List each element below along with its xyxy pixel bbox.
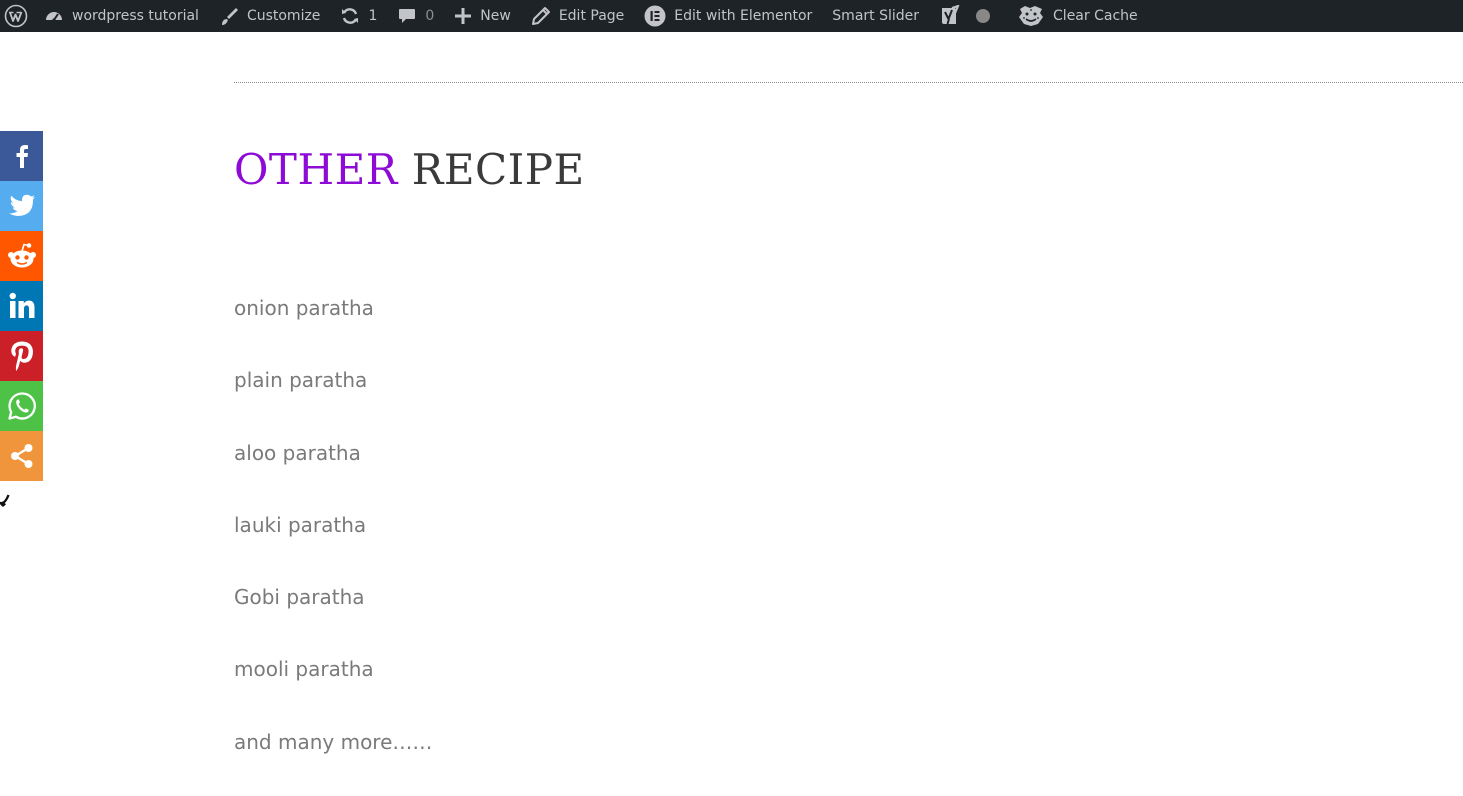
facebook-icon [16, 145, 28, 168]
wp-fastest-cache-cheetah-icon [1019, 6, 1044, 26]
pinterest-icon [10, 341, 33, 371]
recipe-item-plain-paratha: plain paratha [234, 368, 368, 393]
reddit-icon [7, 243, 36, 268]
share-more-button[interactable] [0, 431, 43, 481]
dashboard-icon [46, 12, 62, 22]
recipe-item-gobi-paratha: Gobi paratha [234, 585, 365, 610]
yoast-icon [942, 5, 960, 25]
customize-button[interactable]: Customize [209, 0, 331, 32]
customize-label: Customize [246, 8, 321, 24]
edit-page-button[interactable]: Edit Page [521, 0, 634, 32]
new-content-button[interactable]: New [444, 0, 521, 32]
section-title: OTHER RECIPE [234, 142, 585, 198]
updates-icon [342, 8, 359, 24]
comments-count: 0 [425, 8, 435, 24]
seo-status-dot-icon [976, 9, 991, 23]
comment-bubble-icon [399, 9, 416, 23]
plus-icon [455, 8, 472, 24]
wordpress-logo-icon [4, 4, 28, 28]
updates-count: 1 [368, 8, 378, 24]
updates-button[interactable]: 1 [330, 0, 387, 32]
share-reddit-button[interactable] [0, 231, 43, 281]
clear-cache-label: Clear Cache [1053, 8, 1138, 24]
recipe-item-aloo-paratha: aloo paratha [234, 440, 361, 465]
share-facebook-button[interactable] [0, 131, 43, 181]
share-pinterest-button[interactable] [0, 331, 43, 381]
elementor-icon [644, 5, 666, 27]
whatsapp-icon [7, 392, 36, 420]
recipe-item-and-many-more: and many more…… [234, 729, 433, 754]
social-share-bar [0, 131, 43, 481]
section-title-accent: OTHER [234, 145, 398, 194]
section-divider [234, 82, 1463, 83]
edit-with-elementor-button[interactable]: Edit with Elementor [634, 0, 822, 32]
smart-slider-label: Smart Slider [832, 8, 920, 24]
smart-slider-button[interactable]: Smart Slider [822, 0, 929, 32]
share-icon [10, 444, 32, 468]
yoast-seo-button[interactable] [929, 0, 1001, 32]
site-name-label: wordpress tutorial [72, 8, 199, 24]
recipe-item-lauki-paratha: lauki paratha [234, 512, 367, 537]
share-whatsapp-button[interactable] [0, 381, 43, 431]
edit-page-label: Edit Page [558, 8, 625, 24]
wordpress-logo-button[interactable] [0, 0, 34, 32]
section-title-rest: RECIPE [411, 145, 585, 194]
edit-elementor-label: Edit with Elementor [674, 8, 813, 24]
paintbrush-icon [221, 8, 238, 25]
collapse-arrow-icon [0, 494, 10, 507]
recipe-item-mooli-paratha: mooli paratha [234, 657, 374, 682]
pencil-icon [531, 7, 550, 25]
share-bar-toggle[interactable] [0, 492, 12, 508]
comments-button[interactable]: 0 [387, 0, 444, 32]
share-linkedin-button[interactable] [0, 281, 43, 331]
clear-cache-button[interactable]: Clear Cache [1007, 0, 1148, 32]
linkedin-icon [9, 292, 34, 318]
site-name-menu[interactable]: wordpress tutorial [34, 0, 209, 32]
recipe-item-onion-paratha: onion paratha [234, 296, 374, 320]
twitter-icon [8, 194, 35, 216]
admin-bar: wordpress tutorial Customize 1 0 New Edi… [0, 0, 1463, 32]
new-label: New [480, 8, 511, 24]
share-twitter-button[interactable] [0, 181, 43, 231]
recipe-list: onion paratha plain paratha aloo paratha… [234, 290, 432, 796]
